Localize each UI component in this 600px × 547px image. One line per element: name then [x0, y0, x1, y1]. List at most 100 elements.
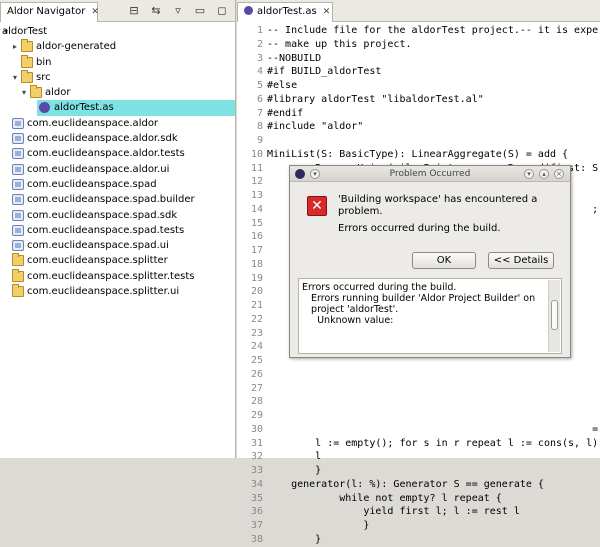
- tree-item[interactable]: com.euclideanspace.splitter: [0, 253, 235, 268]
- details-scrollbar[interactable]: [548, 280, 560, 352]
- collapse-arrow-icon[interactable]: ▸: [11, 39, 19, 54]
- line-number: 27: [250, 382, 263, 394]
- code-text: --NOBUILD: [267, 52, 322, 64]
- tree-item[interactable]: aldorTest.as: [0, 100, 235, 116]
- maximize-icon[interactable]: ▴: [539, 169, 549, 179]
- folder-icon: [21, 39, 33, 53]
- tree-item[interactable]: com.euclideanspace.spad.tests: [0, 223, 235, 238]
- line-number: 5: [256, 80, 263, 91]
- code-line: 29: [237, 409, 600, 423]
- plugin-project-icon: [12, 194, 24, 206]
- code-line: 28: [237, 395, 600, 409]
- plugin-project-icon: [12, 240, 24, 252]
- code-text: yield first l; l := rest l: [267, 506, 520, 518]
- line-number: 23: [250, 327, 263, 339]
- menu-icon[interactable]: ▾: [310, 169, 320, 179]
- tree-item[interactable]: ▾ aldor: [0, 85, 235, 100]
- tree-item[interactable]: com.euclideanspace.spad.ui: [0, 238, 235, 253]
- expand-arrow-icon[interactable]: ▾: [20, 85, 28, 100]
- code-text: l: [267, 451, 322, 463]
- folder-icon: [12, 284, 24, 298]
- details-line: Errors running builder 'Aldor Project Bu…: [302, 293, 536, 304]
- close-icon[interactable]: ✕: [91, 7, 99, 17]
- plugin-project-icon: [12, 224, 24, 236]
- folder-icon: [21, 54, 33, 68]
- navigator-tabbar: Aldor Navigator ✕ ⊟ ⇆ ▿ ▭ ◻: [0, 0, 235, 22]
- code-line: 26: [237, 368, 600, 382]
- navigator-toolbar: ⊟ ⇆ ▿ ▭ ◻: [127, 4, 229, 18]
- tree-item[interactable]: com.euclideanspace.spad.builder: [0, 192, 235, 207]
- line-number: 15: [250, 217, 263, 229]
- collapse-all-icon[interactable]: ⊟: [127, 4, 141, 18]
- line-number: 33: [250, 465, 263, 476]
- line-number: 26: [250, 368, 263, 380]
- plugin-project-icon: [12, 133, 24, 145]
- code-text: #include "aldor": [267, 121, 364, 133]
- code-line: 27: [237, 382, 600, 396]
- folder-icon: [12, 253, 24, 267]
- code-line: 36 yield first l; l := rest l: [237, 505, 600, 519]
- tree-item-label: bin: [36, 56, 52, 68]
- tab-aldor-navigator[interactable]: Aldor Navigator ✕: [0, 2, 99, 22]
- code-line: 35 while not empty? l repeat {: [237, 492, 600, 506]
- code-text: while not empty? l repeat {: [267, 492, 502, 504]
- plugin-project-icon: [12, 178, 24, 190]
- minimize-icon[interactable]: ▭: [193, 4, 207, 18]
- tree-item-label: aldor-generated: [36, 41, 117, 53]
- tree-item[interactable]: ▾ aldorTest: [0, 24, 235, 39]
- project-tree: ▾ aldorTest ▸ aldor-generated bin ▾ src ▾ aldor a…: [0, 24, 235, 299]
- line-number: 2: [256, 38, 263, 50]
- tree-item[interactable]: com.euclideanspace.aldor.tests: [0, 146, 235, 161]
- tree-item[interactable]: ▸ aldor-generated: [0, 39, 235, 54]
- editor-tabbar: aldorTest.as ✕: [237, 0, 600, 22]
- link-with-editor-icon[interactable]: ⇆: [149, 4, 163, 18]
- tree-item-label: com.euclideanspace.aldor.ui: [27, 163, 170, 175]
- tree-item-label: com.euclideanspace.spad.ui: [27, 240, 169, 252]
- details-button[interactable]: << Details: [488, 252, 554, 269]
- dialog-title: Problem Occurred: [389, 169, 471, 179]
- line-number: 19: [250, 272, 263, 284]
- maximize-icon[interactable]: ◻: [215, 4, 229, 18]
- code-text: }: [267, 465, 322, 476]
- close-icon[interactable]: ×: [554, 169, 564, 179]
- tree-item[interactable]: ▾ src: [0, 69, 235, 85]
- view-menu-icon[interactable]: ▿: [171, 4, 185, 18]
- tree-item[interactable]: bin: [0, 54, 235, 70]
- tree-item[interactable]: com.euclideanspace.splitter.ui: [0, 284, 235, 299]
- code-line: 7 #endif: [237, 107, 600, 121]
- aldor-navigator-panel: Aldor Navigator ✕ ⊟ ⇆ ▿ ▭ ◻ ▾ aldorTest ▸ al…: [0, 0, 236, 458]
- tree-item[interactable]: com.euclideanspace.spad.sdk: [0, 208, 235, 223]
- tab-aldortest-as[interactable]: aldorTest.as ✕: [237, 2, 333, 22]
- code-text: #else: [267, 80, 298, 91]
- details-text-area[interactable]: Errors occurred during the build. Errors…: [298, 278, 562, 354]
- line-number: 1: [256, 25, 263, 36]
- code-line: 38 }: [237, 533, 600, 547]
- tree-item[interactable]: com.euclideanspace.aldor: [0, 116, 235, 131]
- minimize-icon[interactable]: ▾: [524, 169, 534, 179]
- scroll-thumb[interactable]: [551, 300, 558, 330]
- dialog-message: 'Building workspace' has encountered a p…: [338, 194, 538, 217]
- line-number: 3: [256, 52, 263, 64]
- code-text: -- Include file for the aldorTest projec…: [267, 25, 599, 36]
- line-number: 9: [256, 135, 263, 146]
- line-number: 34: [250, 478, 263, 490]
- tree-item-label: com.euclideanspace.aldor: [27, 117, 159, 129]
- code-line: 34 generator(l: %): Generator S == gener…: [237, 478, 600, 492]
- code-line: 5 #else: [237, 79, 600, 93]
- details-line: Errors occurred during the build.: [302, 282, 457, 293]
- close-icon[interactable]: ✕: [323, 7, 331, 17]
- expand-arrow-icon[interactable]: ▾: [11, 70, 19, 85]
- dialog-titlebar[interactable]: ▾ Problem Occurred ▾ ▴ ×: [290, 166, 570, 182]
- tree-item[interactable]: com.euclideanspace.aldor.ui: [0, 162, 235, 177]
- code-line: 9: [237, 134, 600, 148]
- line-number: 36: [250, 506, 263, 518]
- tree-item[interactable]: com.euclideanspace.splitter.tests: [0, 268, 235, 284]
- ok-button[interactable]: OK: [412, 252, 476, 269]
- aldor-file-icon: [244, 6, 253, 15]
- code-line: 8 #include "aldor": [237, 120, 600, 134]
- folder-icon: [12, 268, 24, 282]
- tree-item[interactable]: com.euclideanspace.aldor.sdk: [0, 131, 235, 146]
- problem-occurred-dialog: ▾ Problem Occurred ▾ ▴ × ✕ 'Building wor…: [289, 165, 571, 358]
- tree-item[interactable]: com.euclideanspace.spad: [0, 177, 235, 192]
- code-line: 31 l := empty(); for s in r repeat l := …: [237, 437, 600, 451]
